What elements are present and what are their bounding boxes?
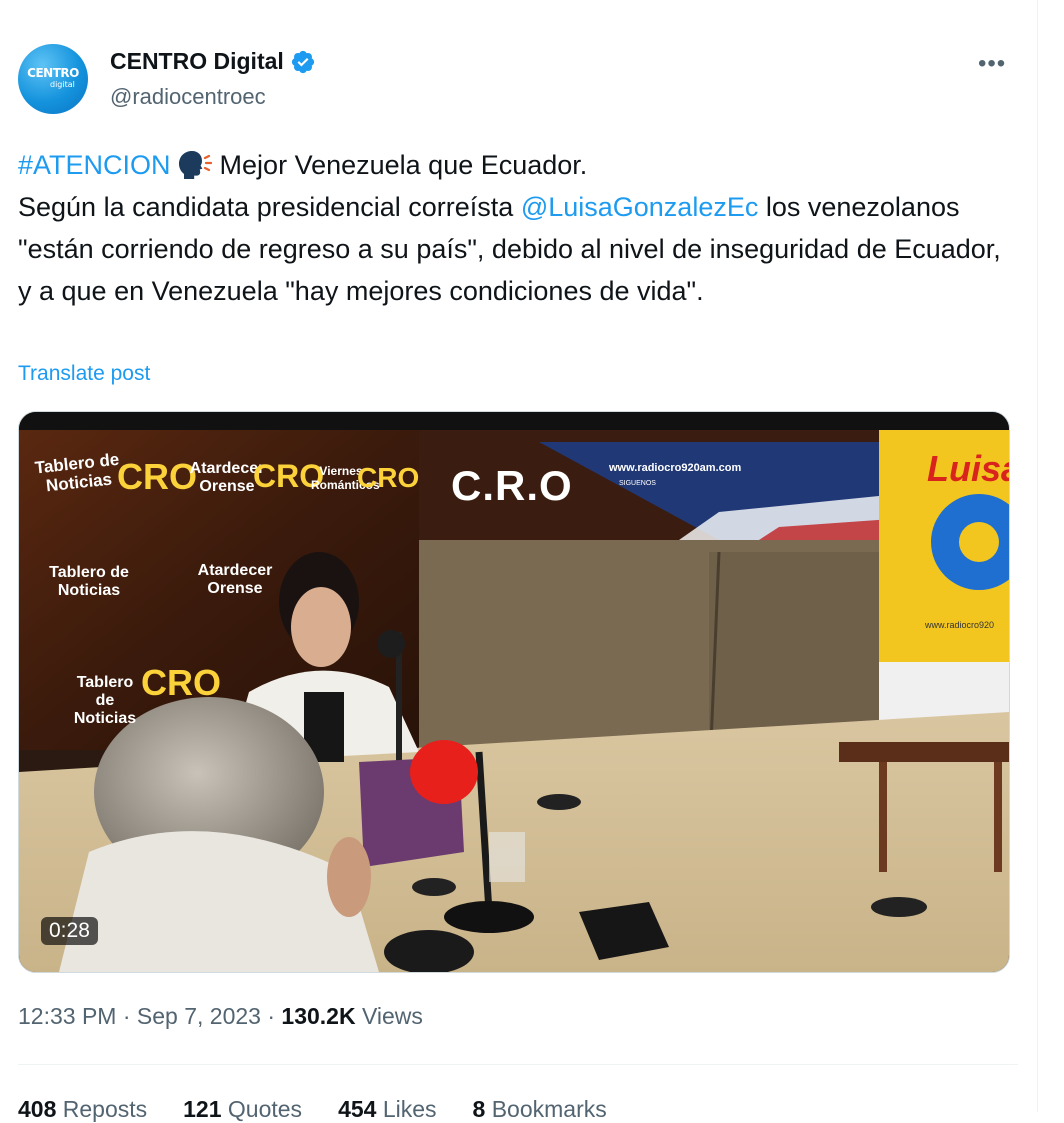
timeline-border (1037, 0, 1038, 1112)
banner-follow: SIGUENOS (619, 480, 656, 487)
tweet-time[interactable]: 12:33 PM (18, 1003, 116, 1029)
avatar-logo-subtext: digital (50, 80, 75, 89)
meta-separator: · (116, 1003, 137, 1029)
mention-link[interactable]: @LuisaGonzalezEc (521, 192, 759, 222)
quotes-stat[interactable]: 121 Quotes (183, 1096, 302, 1123)
reposts-label: Reposts (56, 1096, 148, 1122)
divider (18, 1064, 1018, 1065)
quotes-label: Quotes (221, 1096, 303, 1122)
wall-text-atardecer-2: Atardecer Orense (197, 562, 273, 597)
quotes-count: 121 (183, 1096, 222, 1122)
translate-post-link[interactable]: Translate post (18, 362, 150, 386)
avatar-logo-text: CENTRO (27, 66, 79, 80)
wall-text-tablero-2: Tablero de Noticias (49, 564, 129, 599)
tweet-meta: 12:33 PM · Sep 7, 2023 · 130.2K Views (18, 1003, 423, 1030)
more-options-icon[interactable]: ••• (978, 50, 1006, 78)
views-count: 130.2K (281, 1003, 356, 1029)
reposts-count: 408 (18, 1096, 57, 1122)
tweet-line1-text: Mejor Venezuela que Ecuador. (212, 150, 588, 180)
banner-url: www.radiocro920am.com (609, 462, 742, 474)
avatar[interactable]: CENTRO digital (18, 44, 88, 114)
hashtag-link[interactable]: #ATENCION (18, 150, 171, 180)
bookmarks-label: Bookmarks (485, 1096, 607, 1122)
tweet-text: #ATENCION Mejor Venezuela que Ecuador. Se… (18, 144, 1018, 312)
side-banner-url: www.radiocro920 (925, 620, 995, 630)
bookmarks-count: 8 (472, 1096, 486, 1122)
video-player[interactable]: Tablero de Noticias CRO Atardecer Orense… (18, 411, 1010, 973)
wall-text-cro-4: CRO (141, 662, 221, 703)
banner-brand: C.R.O (451, 462, 573, 509)
verified-badge-icon (291, 50, 314, 73)
author-handle[interactable]: @radiocentroec (110, 84, 266, 110)
reposts-stat[interactable]: 408 Reposts (18, 1096, 147, 1123)
tweet-line2-text: Según la candidata presidencial correíst… (18, 192, 521, 222)
likes-stat[interactable]: 454 Likes (338, 1096, 436, 1123)
engagement-stats: 408 Reposts 121 Quotes 454 Likes 8 Bookm… (18, 1096, 607, 1123)
likes-count: 454 (338, 1096, 377, 1122)
side-banner-name: Luisa (927, 448, 1009, 489)
wall-text-cro-3: CRO (357, 462, 420, 493)
speaking-head-icon (179, 151, 213, 179)
wall-text-cro-1: CRO (117, 456, 197, 497)
wall-text-tablero-3: Tablero de Noticias (73, 674, 137, 727)
views-label: Views (355, 1003, 423, 1029)
meta-separator-2: · (260, 1003, 282, 1029)
likes-label: Likes (376, 1096, 437, 1122)
video-duration-badge: 0:28 (41, 917, 98, 945)
author-name-row: CENTRO Digital (110, 48, 316, 75)
tweet-date[interactable]: Sep 7, 2023 (137, 1003, 261, 1029)
bookmarks-stat[interactable]: 8 Bookmarks (473, 1096, 607, 1123)
display-name[interactable]: CENTRO Digital (110, 48, 284, 75)
tweet-header: CENTRO digital CENTRO Digital @radiocent… (18, 44, 1018, 116)
